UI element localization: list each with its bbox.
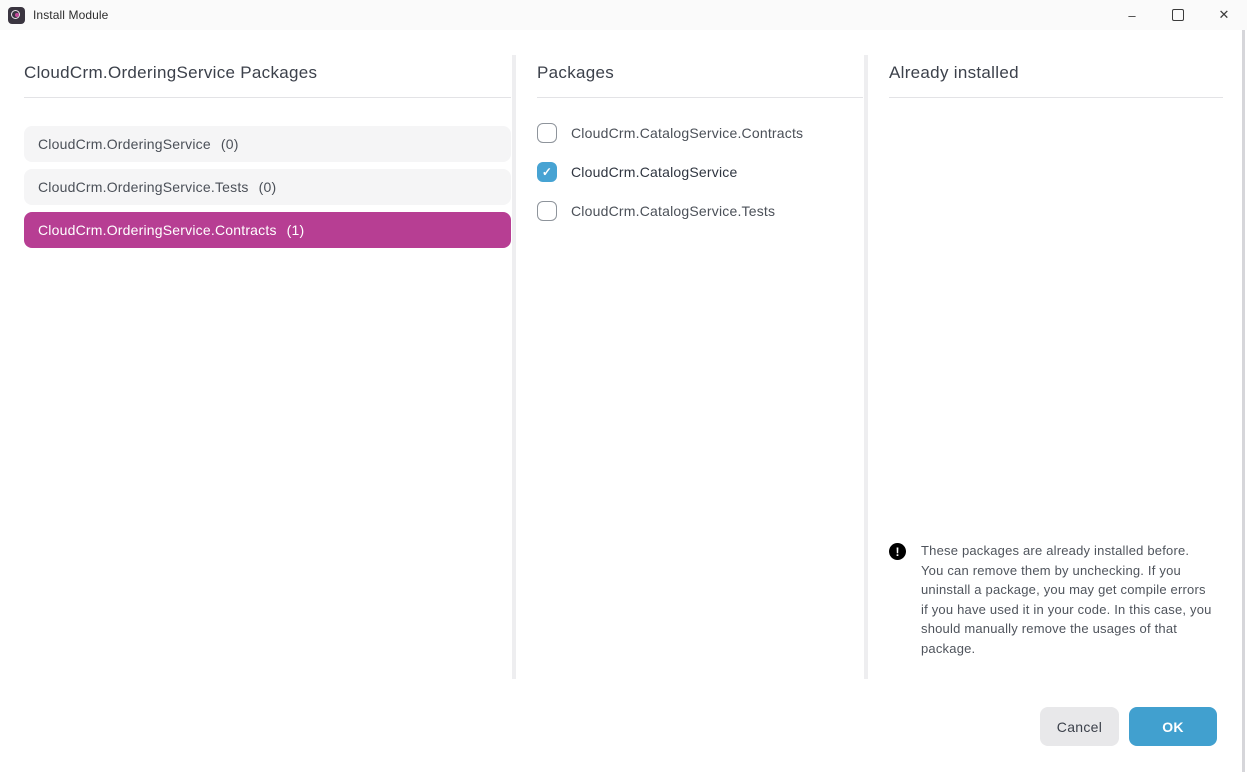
packages-column: Packages ✓ CloudCrm.CatalogService.Contr… (537, 55, 863, 240)
checkmark-icon: ✓ (542, 166, 552, 178)
titlebar: Install Module – ✕ (0, 0, 1247, 30)
project-item-label: CloudCrm.OrderingService.Contracts (38, 222, 277, 238)
package-row[interactable]: ✓ CloudCrm.CatalogService.Contracts (537, 123, 863, 143)
project-item[interactable]: CloudCrm.OrderingService.Tests (0) (24, 169, 511, 205)
installed-info-note: ! These packages are already installed b… (889, 541, 1223, 658)
column-divider (864, 55, 868, 679)
column-divider (512, 55, 516, 679)
logo-dot (15, 13, 19, 17)
project-item-label: CloudCrm.OrderingService (38, 136, 211, 152)
project-item[interactable]: CloudCrm.OrderingService.Contracts (1) (24, 212, 511, 248)
projects-list: CloudCrm.OrderingService (0) CloudCrm.Or… (24, 126, 511, 248)
projects-column: CloudCrm.OrderingService Packages CloudC… (24, 55, 511, 255)
checkbox[interactable]: ✓ (537, 201, 557, 221)
minimize-icon: – (1128, 8, 1135, 23)
maximize-button[interactable] (1155, 0, 1201, 30)
project-item-count: (0) (259, 179, 277, 195)
window-title: Install Module (33, 8, 108, 22)
installed-column-header: Already installed (889, 55, 1223, 98)
package-row[interactable]: ✓ CloudCrm.CatalogService (537, 162, 863, 182)
checkbox[interactable]: ✓ (537, 162, 557, 182)
package-row[interactable]: ✓ CloudCrm.CatalogService.Tests (537, 201, 863, 221)
project-item-count: (0) (221, 136, 239, 152)
scrollbar-track[interactable] (1242, 30, 1245, 772)
cancel-button[interactable]: Cancel (1040, 707, 1119, 746)
installed-column: Already installed ! These packages are a… (889, 55, 1223, 98)
package-label: CloudCrm.CatalogService.Tests (571, 203, 775, 219)
ok-button[interactable]: OK (1129, 707, 1217, 746)
project-item-count: (1) (287, 222, 305, 238)
app-logo-icon (8, 7, 25, 24)
project-item[interactable]: CloudCrm.OrderingService (0) (24, 126, 511, 162)
checkbox[interactable]: ✓ (537, 123, 557, 143)
installed-note-text: These packages are already installed bef… (921, 541, 1213, 658)
package-label: CloudCrm.CatalogService.Contracts (571, 125, 803, 141)
packages-column-header: Packages (537, 55, 863, 98)
install-module-dialog: Install Module – ✕ CloudCrm.OrderingServ… (0, 0, 1247, 772)
minimize-button[interactable]: – (1109, 0, 1155, 30)
packages-list: ✓ CloudCrm.CatalogService.Contracts ✓ Cl… (537, 123, 863, 221)
window-controls: – ✕ (1109, 0, 1247, 30)
package-label: CloudCrm.CatalogService (571, 164, 737, 180)
close-icon: ✕ (1219, 7, 1230, 23)
projects-column-header: CloudCrm.OrderingService Packages (24, 55, 511, 98)
project-item-label: CloudCrm.OrderingService.Tests (38, 179, 249, 195)
maximize-icon (1172, 9, 1184, 21)
close-button[interactable]: ✕ (1201, 0, 1247, 30)
exclamation-icon: ! (889, 543, 906, 560)
